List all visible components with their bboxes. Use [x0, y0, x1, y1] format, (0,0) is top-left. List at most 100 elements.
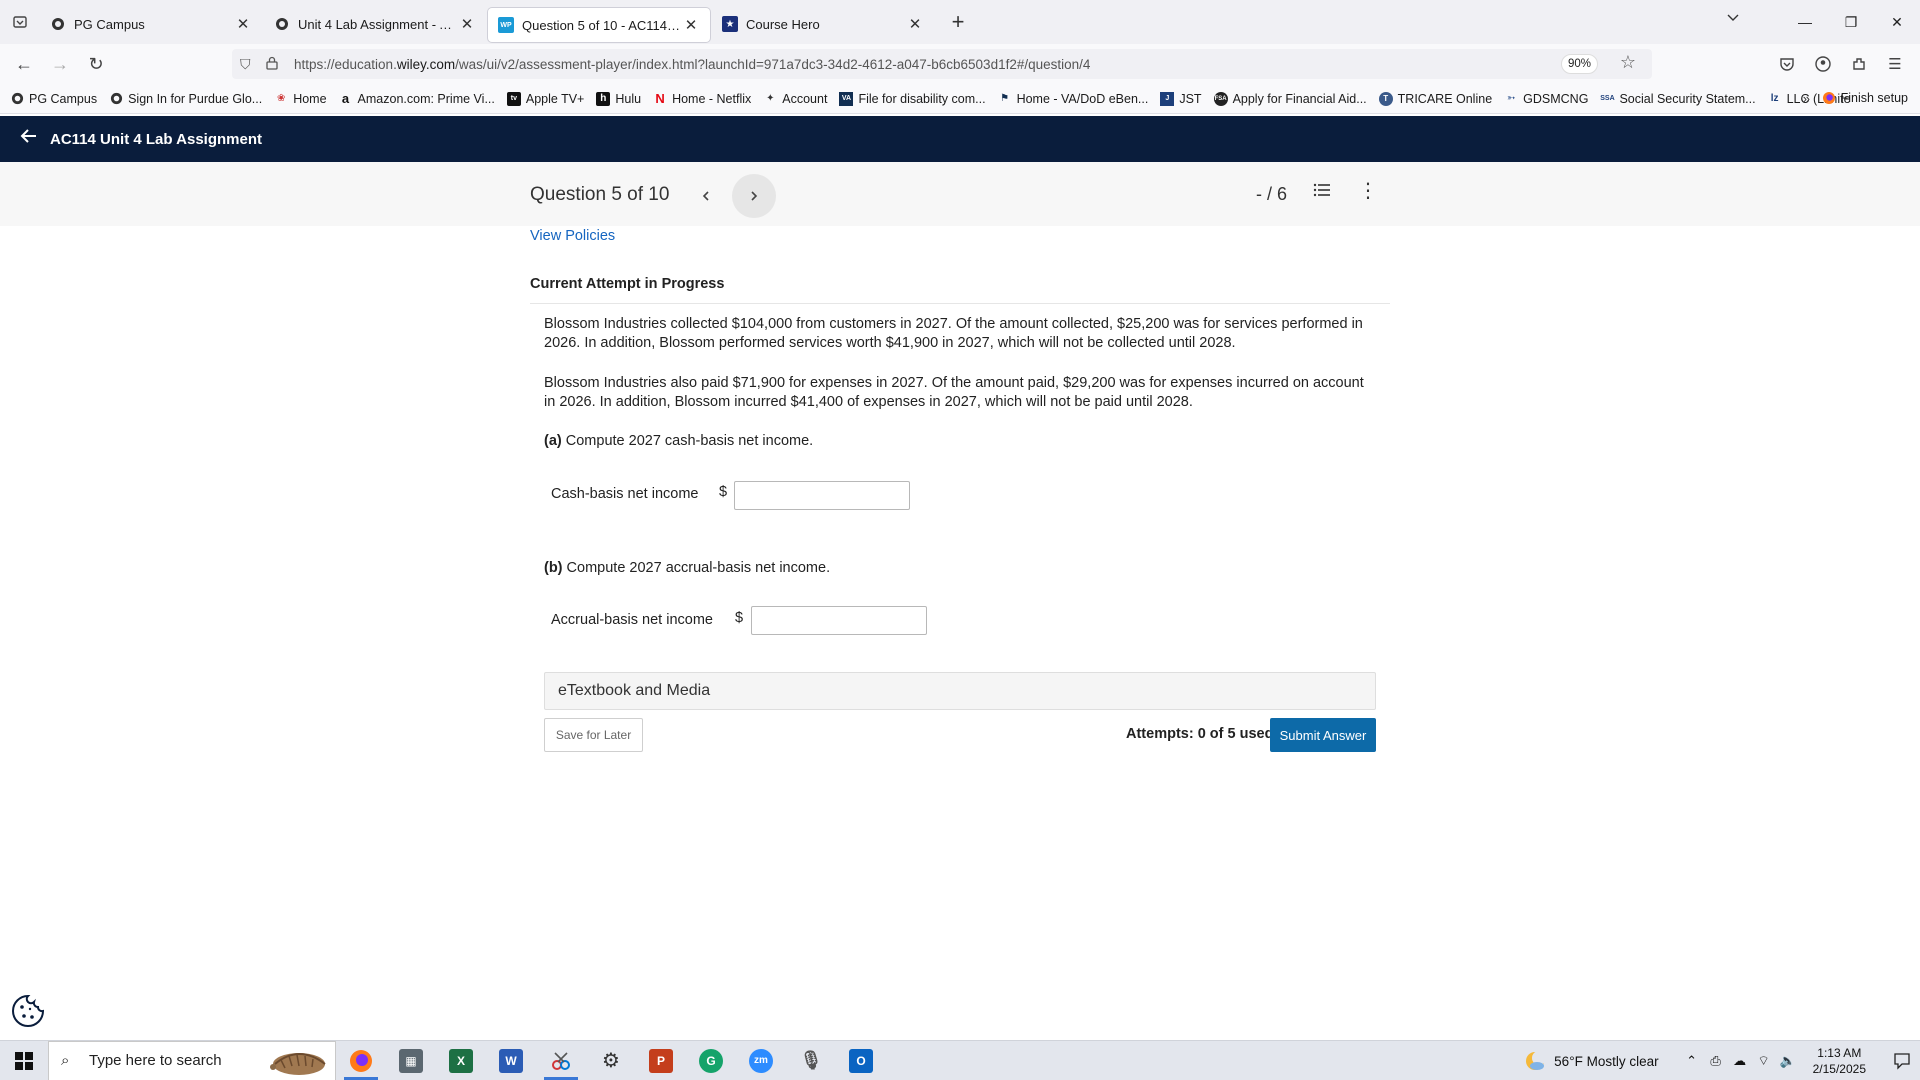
reload-icon[interactable]: ↻ [78, 48, 114, 80]
close-icon[interactable]: ✕ [234, 15, 252, 33]
zoom-icon[interactable]: zm [736, 1041, 786, 1080]
bookmark-item[interactable]: h Hulu [596, 91, 641, 106]
bookmark-item[interactable]: ✦ Account [763, 92, 827, 106]
bookmark-item[interactable]: tv Apple TV+ [506, 91, 584, 106]
bookmark-label: Home - Netflix [672, 91, 752, 106]
word-icon[interactable]: W [486, 1041, 536, 1080]
next-question-button[interactable] [732, 174, 776, 218]
pg-campus-icon [10, 92, 24, 106]
bookmark-label: PG Campus [29, 91, 98, 106]
meet-now-icon[interactable]: ⎙ [1705, 1053, 1727, 1069]
grammarly-icon[interactable]: G [686, 1041, 736, 1080]
tab-list-icon[interactable] [0, 0, 40, 44]
search-placeholder: Type here to search [89, 1052, 222, 1069]
bookmark-label: JST [1179, 91, 1202, 106]
bookmark-item[interactable]: J JST [1160, 91, 1202, 106]
outlook-icon[interactable]: O [836, 1041, 886, 1080]
lock-icon [266, 56, 286, 73]
pg-campus-icon [50, 16, 66, 32]
window-controls: — ❐ ✕ [1782, 0, 1920, 44]
bookmark-item[interactable]: a Amazon.com: Prime Vi... [339, 91, 495, 106]
bookmarks-overflow-icon[interactable]: » [1803, 91, 1810, 106]
bookmark-star-icon[interactable]: ☆ [1620, 52, 1636, 73]
calculator-icon[interactable]: ▦ [386, 1041, 436, 1080]
bookmark-label: File for disability com... [858, 91, 986, 106]
part-a-text: Compute 2027 cash-basis net income. [561, 433, 814, 449]
tab-label: Question 5 of 10 - AC114 Unit 4 [522, 17, 682, 33]
part-b-prompt: (b) Compute 2027 accrual-basis net incom… [544, 560, 830, 576]
extensions-icon[interactable] [1846, 50, 1872, 78]
restore-icon[interactable]: ❐ [1828, 0, 1874, 44]
search-icon: ⌕ [61, 1052, 70, 1069]
back-icon[interactable]: ← [6, 48, 42, 80]
close-icon[interactable]: ✕ [458, 15, 476, 33]
bookmark-label: TRICARE Online [1397, 91, 1493, 106]
clock-time: 1:13 AM [1817, 1046, 1862, 1060]
netflix-icon: N [655, 91, 665, 106]
snipping-tool-icon[interactable] [536, 1041, 586, 1080]
chevron-down-icon[interactable] [1726, 10, 1740, 27]
bookmark-item[interactable]: SSA Social Security Statem... [1600, 92, 1755, 106]
bookmark-item[interactable]: N Home - Netflix [653, 91, 752, 106]
tab-question-5[interactable]: WP Question 5 of 10 - AC114 Unit 4 ✕ [488, 8, 710, 42]
show-hidden-icons-icon[interactable]: ⌃ [1681, 1053, 1703, 1069]
windows-start-icon[interactable] [0, 1041, 48, 1080]
cash-basis-input[interactable] [734, 481, 910, 510]
voice-recorder-icon[interactable]: 🎙 [786, 1041, 836, 1080]
previous-question-button[interactable] [684, 174, 728, 218]
tab-course-hero[interactable]: ★ Course Hero ✕ [712, 6, 934, 42]
close-window-icon[interactable]: ✕ [1874, 0, 1920, 44]
volume-icon[interactable]: 🔈 [1777, 1053, 1799, 1069]
va-icon: VA [839, 91, 854, 106]
more-options-icon[interactable]: ⋮ [1358, 180, 1378, 204]
minimize-icon[interactable]: — [1782, 0, 1828, 44]
bookmark-label: Sign In for Purdue Glo... [128, 91, 263, 106]
question-list-icon[interactable] [1312, 180, 1336, 204]
etextbook-media-panel[interactable]: eTextbook and Media [544, 672, 1376, 710]
taskbar-search-box[interactable]: ⌕ Type here to search [48, 1040, 336, 1080]
bookmark-item[interactable]: ➳ GDSMCNG [1504, 92, 1588, 106]
back-arrow-icon[interactable] [20, 127, 40, 151]
bookmark-label: Amazon.com: Prime Vi... [357, 91, 495, 106]
close-icon[interactable]: ✕ [682, 16, 700, 34]
pocket-icon[interactable] [1774, 50, 1800, 78]
bookmark-item[interactable]: ⚑ Home - VA/DoD eBen... [998, 91, 1149, 106]
finish-setup-bookmark[interactable]: Finish setup [1822, 91, 1908, 105]
account-icon[interactable] [1810, 50, 1836, 78]
course-hero-icon: ★ [722, 16, 738, 32]
excel-icon[interactable]: X [436, 1041, 486, 1080]
new-tab-button[interactable]: + [940, 4, 976, 40]
cookie-settings-icon[interactable] [10, 993, 46, 1029]
submit-answer-button[interactable]: Submit Answer [1270, 718, 1376, 752]
onedrive-icon[interactable]: ☁ [1729, 1053, 1751, 1069]
bookmark-item[interactable]: Sign In for Purdue Glo... [109, 92, 262, 106]
bookmark-item[interactable]: VA File for disability com... [839, 91, 986, 106]
notifications-icon[interactable] [1884, 1041, 1920, 1080]
account-icon: ✦ [766, 93, 775, 104]
attempts-counter: Attempts: 0 of 5 used [1126, 726, 1274, 742]
weather-widget[interactable]: 56°F Mostly clear [1524, 1050, 1659, 1072]
powerpoint-icon[interactable]: P [636, 1041, 686, 1080]
system-clock[interactable]: 1:13 AM 2/15/2025 [1813, 1045, 1866, 1077]
bookmark-label: Home - VA/DoD eBen... [1016, 91, 1149, 106]
wifi-icon[interactable]: ⌔ [1753, 1053, 1775, 1069]
view-policies-link[interactable]: View Policies [530, 228, 615, 244]
tab-pg-campus[interactable]: PG Campus ✕ [40, 6, 262, 42]
bookmark-item[interactable]: T TRICARE Online [1378, 91, 1493, 106]
zoom-level[interactable]: 90% [1560, 54, 1598, 74]
close-icon[interactable]: ✕ [906, 15, 924, 33]
hulu-icon: h [596, 91, 611, 106]
menu-icon[interactable]: ☰ [1882, 50, 1908, 78]
url-bar[interactable]: ⛉ https://education.wiley.com/was/ui/v2/… [232, 49, 1652, 79]
apple-tv-icon: tv [506, 91, 521, 106]
bookmark-item[interactable]: PG Campus [10, 92, 97, 106]
save-for-later-button[interactable]: Save for Later [544, 718, 643, 752]
accrual-basis-input[interactable] [751, 606, 927, 635]
forward-icon[interactable]: → [42, 48, 78, 80]
settings-icon[interactable]: ⚙ [586, 1041, 636, 1080]
tab-unit4-lab[interactable]: Unit 4 Lab Assignment - AC114 ✕ [264, 6, 486, 42]
firefox-icon[interactable] [336, 1041, 386, 1080]
system-tray: 56°F Mostly clear ⌃ ⎙ ☁ ⌔ 🔈 1:13 AM 2/15… [1524, 1041, 1920, 1080]
bookmark-item[interactable]: FSA Apply for Financial Aid... [1213, 91, 1367, 106]
bookmark-item[interactable]: ❀ Home [274, 92, 327, 106]
